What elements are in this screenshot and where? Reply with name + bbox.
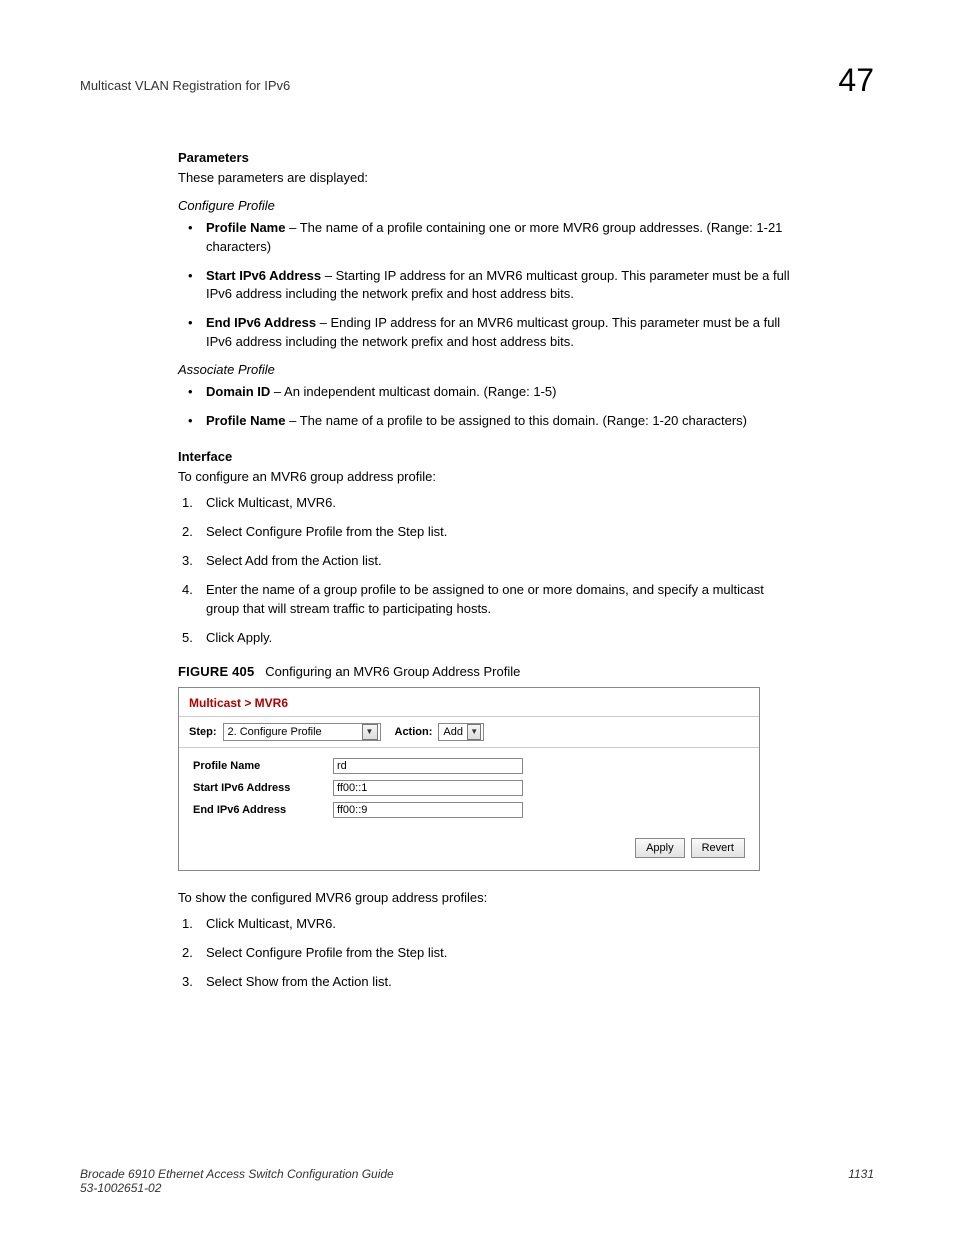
form-row: Start IPv6 Address [193,780,745,796]
parameters-heading: Parameters [178,150,798,165]
figure-label: FIGURE 405 [178,664,254,679]
interface-intro: To configure an MVR6 group address profi… [178,468,798,487]
param-term: Profile Name [206,413,285,428]
page-footer: Brocade 6910 Ethernet Access Switch Conf… [80,1167,874,1195]
form-row: End IPv6 Address [193,802,745,818]
step-item: Select Configure Profile from the Step l… [178,944,798,963]
associate-profile-subhead: Associate Profile [178,362,798,377]
profile-name-label: Profile Name [193,760,333,772]
step-item: Select Configure Profile from the Step l… [178,523,798,542]
apply-button[interactable]: Apply [635,838,685,858]
step-item: Click Multicast, MVR6. [178,494,798,513]
figure-title: Configuring an MVR6 Group Address Profil… [265,664,520,679]
show-steps: Click Multicast, MVR6. Select Configure … [178,915,798,992]
start-ipv6-input[interactable] [333,780,523,796]
configure-steps: Click Multicast, MVR6. Select Configure … [178,494,798,647]
associate-profile-list: Domain ID – An independent multicast dom… [178,383,798,431]
footer-doc-id: 53-1002651-02 [80,1181,394,1195]
param-term: Domain ID [206,384,270,399]
figure-ui-panel: Multicast > MVR6 Step: 2. Configure Prof… [178,687,760,871]
step-label: Step: [189,726,217,738]
form-row: Profile Name [193,758,745,774]
step-select-value: 2. Configure Profile [228,726,322,738]
interface-heading: Interface [178,449,798,464]
end-ipv6-input[interactable] [333,802,523,818]
list-item: Domain ID – An independent multicast dom… [178,383,798,402]
running-header: Multicast VLAN Registration for IPv6 [80,64,290,93]
configure-profile-subhead: Configure Profile [178,198,798,213]
chevron-down-icon[interactable]: ▼ [362,724,378,740]
param-desc: – The name of a profile containing one o… [206,220,782,254]
footer-guide-title: Brocade 6910 Ethernet Access Switch Conf… [80,1167,394,1181]
chapter-number: 47 [838,64,874,96]
step-item: Enter the name of a group profile to be … [178,581,798,619]
step-item: Select Add from the Action list. [178,552,798,571]
figure-caption: FIGURE 405 Configuring an MVR6 Group Add… [178,664,798,679]
param-term: End IPv6 Address [206,315,316,330]
list-item: Profile Name – The name of a profile to … [178,412,798,431]
param-term: Profile Name [206,220,285,235]
parameters-intro: These parameters are displayed: [178,169,798,188]
list-item: End IPv6 Address – Ending IP address for… [178,314,798,352]
step-item: Select Show from the Action list. [178,973,798,992]
step-item: Click Apply. [178,629,798,648]
configure-profile-list: Profile Name – The name of a profile con… [178,219,798,352]
start-ipv6-label: Start IPv6 Address [193,782,333,794]
step-item: Click Multicast, MVR6. [178,915,798,934]
revert-button[interactable]: Revert [691,838,745,858]
step-select[interactable]: 2. Configure Profile ▼ [223,723,381,741]
action-label: Action: [395,726,433,738]
button-row: Apply Revert [179,828,759,870]
action-select[interactable]: Add ▼ [438,723,484,741]
param-desc: – The name of a profile to be assigned t… [285,413,747,428]
breadcrumb: Multicast > MVR6 [179,688,759,717]
post-figure-intro: To show the configured MVR6 group addres… [178,889,798,908]
ui-form: Profile Name Start IPv6 Address End IPv6… [179,748,759,828]
ui-toolbar: Step: 2. Configure Profile ▼ Action: Add… [179,717,759,748]
param-term: Start IPv6 Address [206,268,321,283]
end-ipv6-label: End IPv6 Address [193,804,333,816]
list-item: Profile Name – The name of a profile con… [178,219,798,257]
action-select-value: Add [443,726,463,738]
footer-page-number: 1131 [848,1167,874,1195]
list-item: Start IPv6 Address – Starting IP address… [178,267,798,305]
chevron-down-icon[interactable]: ▼ [467,724,481,740]
param-desc: – An independent multicast domain. (Rang… [270,384,556,399]
profile-name-input[interactable] [333,758,523,774]
